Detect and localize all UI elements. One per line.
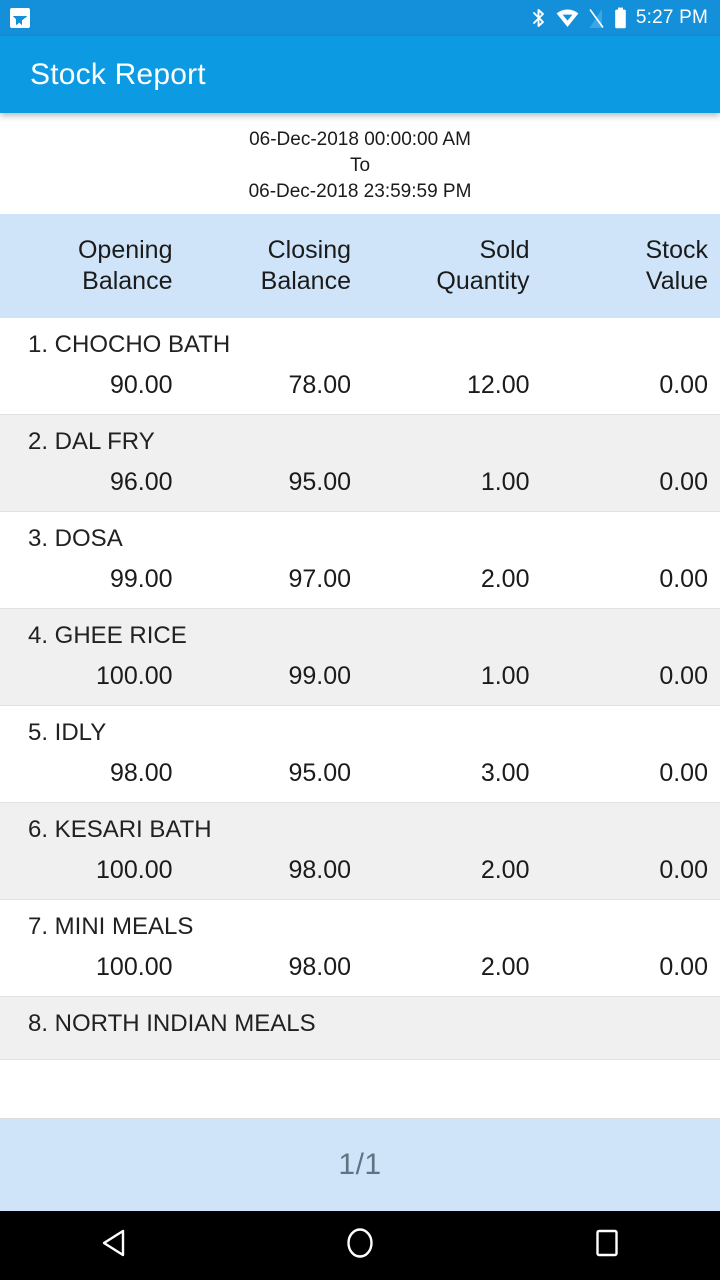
column-header-line1: Sold <box>479 236 530 264</box>
cell-opening-balance: 90.00 <box>109 371 173 399</box>
cell-closing-balance: 78.00 <box>288 371 351 399</box>
battery-icon <box>614 7 627 29</box>
table-row[interactable]: 2. DAL FRY 96.00 95.00 1.00 0.00 <box>0 415 720 512</box>
row-values: 99.00 97.00 2.00 0.00 <box>0 563 720 608</box>
cell-sold-quantity: 2.00 <box>480 856 530 884</box>
row-item-name: 7. MINI MEALS <box>28 913 194 940</box>
cell-stock-value: 0.00 <box>659 856 708 884</box>
cell-closing-balance: 95.00 <box>288 759 351 787</box>
table-row[interactable]: 4. GHEE RICE 100.00 99.00 1.00 0.00 <box>0 609 720 706</box>
row-values: 100.00 99.00 1.00 0.00 <box>0 660 720 705</box>
column-header-closing-balance: Closing Balance <box>179 235 358 297</box>
page-indicator: 1/1 <box>338 1148 382 1181</box>
home-circle-icon <box>345 1226 375 1265</box>
column-header-line2: Quantity <box>436 267 530 295</box>
cell-closing-balance: 97.00 <box>288 565 351 593</box>
status-bar-right-icons: 5:27 PM <box>531 7 708 29</box>
bluetooth-icon <box>531 7 547 29</box>
back-triangle-icon <box>100 1228 128 1263</box>
stock-report-list[interactable]: 1. CHOCHO BATH 90.00 78.00 12.00 0.00 2.… <box>0 318 720 1118</box>
row-item-name: 4. GHEE RICE <box>28 622 187 649</box>
column-header-line2: Balance <box>260 267 351 295</box>
cell-opening-balance: 99.00 <box>109 565 173 593</box>
status-bar-left-icons <box>10 8 30 28</box>
cell-stock-value: 0.00 <box>659 759 708 787</box>
cell-stock-value: 0.00 <box>659 468 708 496</box>
period-to: 06-Dec-2018 23:59:59 PM <box>248 181 472 202</box>
column-header-line1: Opening <box>77 236 173 264</box>
period-from: 06-Dec-2018 00:00:00 AM <box>249 129 471 150</box>
row-values: 90.00 78.00 12.00 0.00 <box>0 369 720 414</box>
row-item-name: 3. DOSA <box>28 525 123 552</box>
column-header-opening-balance: Opening Balance <box>0 235 179 297</box>
cell-closing-balance: 98.00 <box>288 856 351 884</box>
cell-opening-balance: 100.00 <box>96 856 173 884</box>
wifi-icon <box>556 8 579 28</box>
cell-opening-balance: 100.00 <box>96 662 173 690</box>
row-item-name: 2. DAL FRY <box>28 428 155 455</box>
row-values: 100.00 98.00 2.00 0.00 <box>0 951 720 996</box>
row-item-name: 5. IDLY <box>28 719 107 746</box>
pagination-bar[interactable]: 1/1 <box>0 1118 720 1211</box>
period-separator: To <box>349 155 371 176</box>
cellular-signal-off-icon <box>588 8 605 29</box>
table-row[interactable]: 5. IDLY 98.00 95.00 3.00 0.00 <box>0 706 720 803</box>
cell-sold-quantity: 2.00 <box>480 953 530 981</box>
table-row[interactable]: 8. NORTH INDIAN MEALS <box>0 997 720 1060</box>
cell-sold-quantity: 12.00 <box>466 371 530 399</box>
cell-opening-balance: 98.00 <box>109 759 173 787</box>
cell-closing-balance: 99.00 <box>288 662 351 690</box>
cell-closing-balance: 95.00 <box>288 468 351 496</box>
report-period: 06-Dec-2018 00:00:00 AM To 06-Dec-2018 2… <box>0 113 720 214</box>
page-title: Stock Report <box>30 57 206 91</box>
status-bar: 5:27 PM <box>0 0 720 36</box>
table-row[interactable]: 3. DOSA 99.00 97.00 2.00 0.00 <box>0 512 720 609</box>
cell-sold-quantity: 1.00 <box>480 468 530 496</box>
cell-stock-value: 0.00 <box>659 953 708 981</box>
table-row[interactable]: 1. CHOCHO BATH 90.00 78.00 12.00 0.00 <box>0 318 720 415</box>
cell-sold-quantity: 2.00 <box>480 565 530 593</box>
back-button[interactable] <box>0 1228 273 1263</box>
home-button[interactable] <box>273 1226 446 1265</box>
app-screen: 5:27 PM Stock Report 06-Dec-2018 00:00:0… <box>0 0 720 1280</box>
row-item-name: 1. CHOCHO BATH <box>28 331 231 358</box>
column-header-line2: Balance <box>82 267 173 295</box>
row-item-name: 8. NORTH INDIAN MEALS <box>28 1010 316 1037</box>
cell-sold-quantity: 1.00 <box>480 662 530 690</box>
row-values: 96.00 95.00 1.00 0.00 <box>0 466 720 511</box>
column-header-line1: Stock <box>645 236 708 264</box>
cell-stock-value: 0.00 <box>659 662 708 690</box>
row-item-name: 6. KESARI BATH <box>28 816 212 843</box>
column-header-line1: Closing <box>267 236 351 264</box>
cell-opening-balance: 100.00 <box>96 953 173 981</box>
cell-sold-quantity: 3.00 <box>480 759 530 787</box>
cell-stock-value: 0.00 <box>659 565 708 593</box>
recents-square-icon <box>594 1228 620 1263</box>
table-row[interactable]: 6. KESARI BATH 100.00 98.00 2.00 0.00 <box>0 803 720 900</box>
cell-stock-value: 0.00 <box>659 371 708 399</box>
app-bar: Stock Report <box>0 36 720 113</box>
row-values: 98.00 95.00 3.00 0.00 <box>0 757 720 802</box>
android-navigation-bar <box>0 1211 720 1280</box>
cell-opening-balance: 96.00 <box>109 468 173 496</box>
status-bar-clock: 5:27 PM <box>635 7 708 28</box>
column-header-stock-value: Stock Value <box>536 235 715 297</box>
image-notification-icon <box>10 8 30 28</box>
recents-button[interactable] <box>447 1228 720 1263</box>
table-header: Opening Balance Closing Balance Sold Qua… <box>0 214 720 318</box>
cell-closing-balance: 98.00 <box>288 953 351 981</box>
table-row[interactable]: 7. MINI MEALS 100.00 98.00 2.00 0.00 <box>0 900 720 997</box>
row-values: 100.00 98.00 2.00 0.00 <box>0 854 720 899</box>
column-header-sold-quantity: Sold Quantity <box>357 235 536 297</box>
column-header-line2: Value <box>645 267 708 295</box>
